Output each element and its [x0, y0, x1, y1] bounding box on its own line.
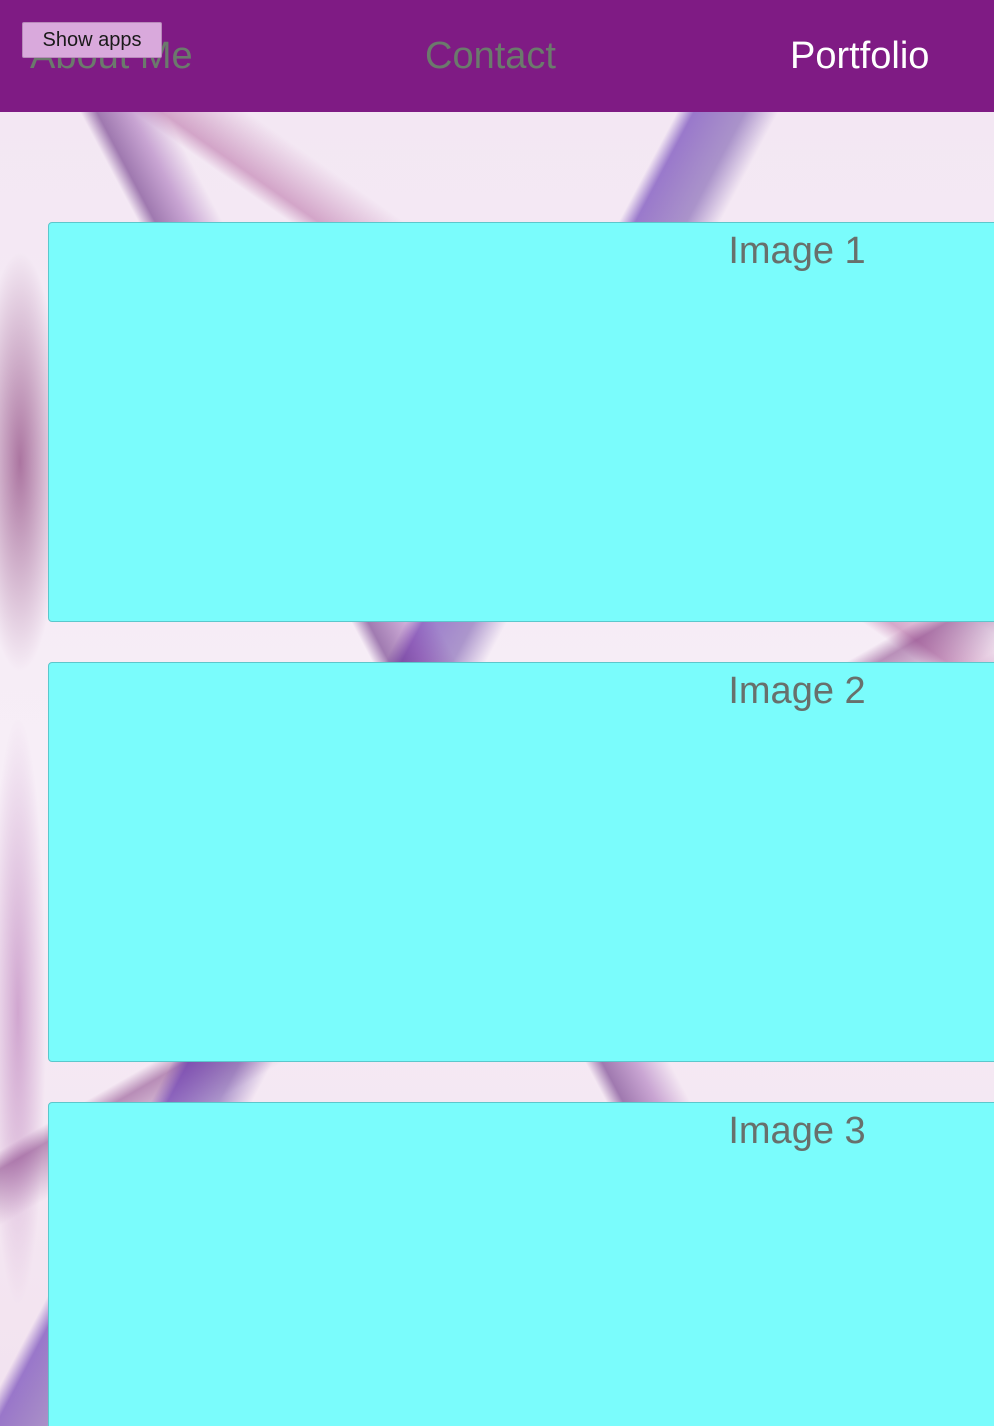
card-title: Image 2 [728, 670, 866, 712]
nav-link-portfolio[interactable]: Portfolio [790, 34, 929, 78]
portfolio-card: Image 1 [48, 222, 994, 622]
portfolio-card: Image 2 [48, 662, 994, 1062]
card-title: Image 1 [728, 230, 866, 272]
portfolio-card: Image 3 [48, 1102, 994, 1426]
nav-link-contact[interactable]: Contact [425, 34, 556, 78]
show-apps-button[interactable]: Show apps [22, 22, 162, 58]
card-title: Image 3 [728, 1110, 866, 1152]
